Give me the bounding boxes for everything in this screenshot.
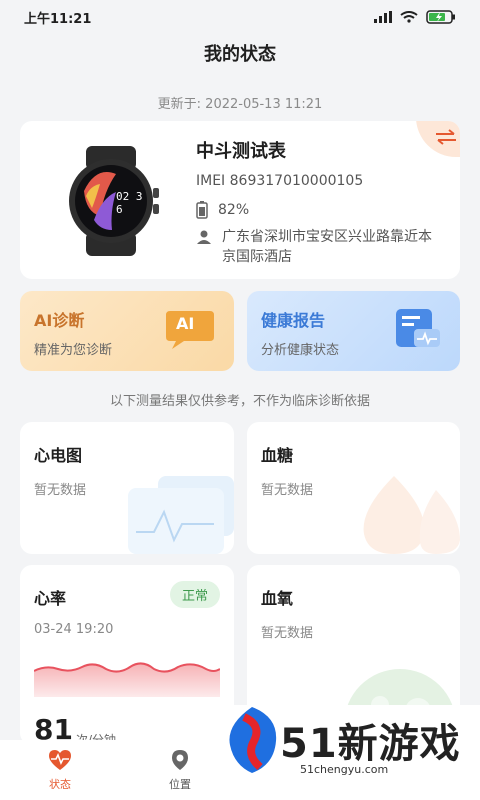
swap-arrows-icon <box>436 129 456 145</box>
updated-time: 更新于: 2022-05-13 11:21 <box>157 97 323 112</box>
health-report-subtitle: 分析健康状态 <box>261 343 340 358</box>
ecg-card[interactable]: 心电图 暂无数据 <box>20 422 234 554</box>
health-report-title: 健康报告 <box>261 311 326 330</box>
oxygen-status: 暂无数据 <box>261 626 314 641</box>
location-person-icon <box>197 230 211 244</box>
address-text: 广东省深圳市宝安区兴业路靠近本京国际酒店 <box>222 229 432 265</box>
watermark-logo <box>229 707 277 773</box>
signal-icon <box>374 11 392 23</box>
watch-image: 02 36 <box>56 146 166 256</box>
ai-diagnosis-card[interactable]: AI诊断 精准为您诊断 AI <box>20 291 234 371</box>
status-bar: 上午11:21 <box>0 0 480 34</box>
heart-rate-time: 03-24 19:20 <box>34 622 114 637</box>
glucose-title: 血糖 <box>261 446 294 465</box>
health-report-card[interactable]: 健康报告 分析健康状态 <box>247 291 460 371</box>
watch-face-time: 02 36 <box>116 190 143 216</box>
status-icons <box>374 10 456 24</box>
battery-level: 82% <box>218 202 250 218</box>
battery-icon <box>196 201 208 219</box>
disclaimer-text: 以下测量结果仅供参考，不作为临床诊断依据 <box>109 394 370 409</box>
tab-location-label: 位置 <box>169 778 191 791</box>
ecg-status: 暂无数据 <box>34 483 87 498</box>
heart-pulse-icon <box>49 750 71 770</box>
device-card[interactable]: 02 36 中斗测试表 IMEI 869317010000105 82% 广东省… <box>20 121 460 279</box>
ai-chat-icon: AI <box>164 307 216 355</box>
page-title: 我的状态 <box>204 44 276 65</box>
tab-status-label: 状态 <box>49 778 71 791</box>
ai-diagnosis-subtitle: 精准为您诊断 <box>34 343 113 358</box>
status-time: 上午11:21 <box>24 11 92 27</box>
status-badge: 正常 <box>169 581 220 608</box>
heart-rate-wave <box>34 662 220 697</box>
heart-rate-card[interactable]: 心率 正常 03-24 19:20 81 次/分钟 <box>20 565 234 745</box>
watermark-text: 51新游戏 <box>280 721 461 767</box>
location-pin-icon <box>172 750 188 770</box>
tab-status[interactable]: 状态 <box>20 748 100 792</box>
device-imei: IMEI 869317010000105 <box>196 173 364 189</box>
blood-drop-icon <box>363 476 460 554</box>
battery-charging-icon <box>426 10 455 24</box>
ecg-chart-icon <box>128 476 234 554</box>
glucose-status: 暂无数据 <box>261 483 314 498</box>
device-name: 中斗测试表 <box>196 141 286 162</box>
tab-location[interactable]: 位置 <box>140 748 220 792</box>
ai-icon-label: AI <box>176 314 195 333</box>
blood-glucose-card[interactable]: 血糖 暂无数据 <box>247 422 460 554</box>
oxygen-title: 血氧 <box>261 589 294 608</box>
ecg-title: 心电图 <box>34 446 83 465</box>
watermark-overlay: 51新游戏 51chengyu.com <box>222 705 480 800</box>
device-address: 广东省深圳市宝安区兴业路靠近本京国际酒店 <box>196 227 442 267</box>
heart-rate-title: 心率 <box>34 589 67 608</box>
device-battery: 82% <box>196 201 249 219</box>
wifi-icon <box>400 11 418 23</box>
ai-diagnosis-title: AI诊断 <box>34 311 85 330</box>
switch-device-button[interactable] <box>416 121 460 157</box>
report-doc-icon <box>394 307 442 355</box>
watermark-url: 51chengyu.com <box>300 763 389 776</box>
